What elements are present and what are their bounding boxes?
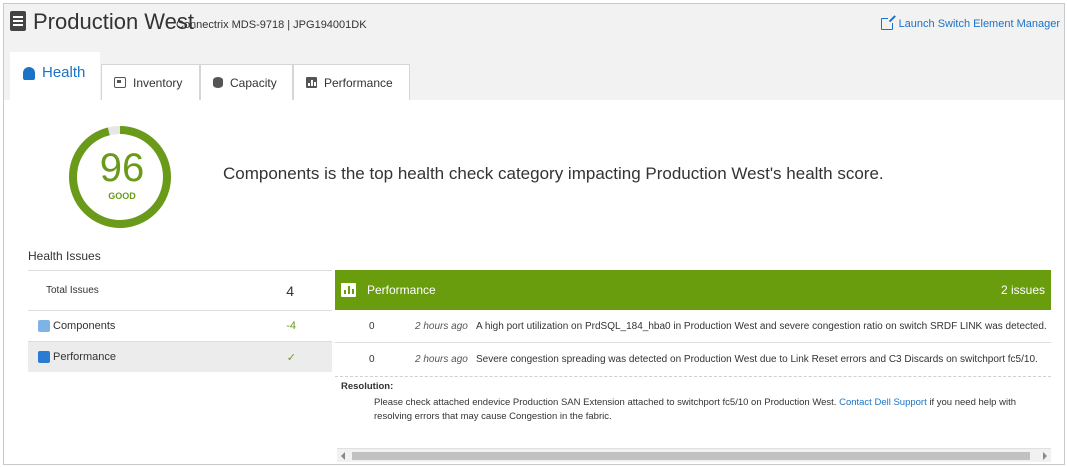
launch-element-manager-label: Launch Switch Element Manager [898,18,1060,30]
category-score-delta: -4 [286,320,296,332]
page-title: Production West [33,9,195,34]
issue-row: 0 2 hours ago A high port utilization on… [335,310,1051,343]
health-score-label: GOOD [108,191,136,201]
total-issues-value: 4 [286,282,294,299]
document-icon [10,11,26,31]
issue-timestamp: 2 hours ago [415,354,468,365]
external-link-icon [880,17,894,30]
tab-capacity-label: Capacity [230,75,277,90]
category-label: Components [53,320,116,332]
resolution-text-part: Please check attached endevice Productio… [374,397,840,408]
health-issues-title: Health Issues [28,249,101,263]
issue-message: Severe congestion spreading was detected… [476,354,1038,365]
tab-capacity[interactable]: Capacity [200,64,293,100]
issue-message: A high port utilization on PrdSQL_184_hb… [476,320,1047,332]
health-score-value: 96 [99,146,145,190]
tab-bar: Health Inventory Capacity Performance [4,46,1064,100]
issue-detail-panel: Performance 2 issues 0 2 hours ago A hig… [335,270,1051,428]
issue-score-impact: 0 [369,320,375,332]
bar-chart-icon [341,283,356,297]
detail-issue-count: 2 issues [1000,283,1045,297]
issue-score-impact: 0 [369,354,375,365]
category-row-performance[interactable]: Performance ✓ [28,341,332,372]
issue-timestamp: 2 hours ago [415,320,468,332]
health-issues-list: Total Issues 4 Components -4 Performance… [28,270,332,372]
contact-dell-support-link[interactable]: Contact Dell Support [839,397,927,408]
database-icon [213,77,223,88]
tab-performance-label: Performance [324,75,393,90]
total-issues-row: Total Issues 4 [28,270,332,310]
page-subtitle: Connectrix MDS-9718 | JPG194001DK [176,19,367,31]
resolution-block: Resolution: Please check attached endevi… [335,376,1051,428]
scroll-left-icon[interactable] [341,452,345,460]
inventory-icon [114,77,126,88]
category-label: Performance [53,351,116,363]
total-issues-label: Total Issues [46,285,99,296]
resolution-label: Resolution: [341,381,394,392]
resolution-text: Please check attached endevice Productio… [341,396,1045,424]
tab-health-label: Health [42,64,86,81]
tab-health[interactable]: Health [10,52,100,100]
health-summary-text: Components is the top health check categ… [223,164,884,183]
horizontal-scrollbar[interactable] [337,448,1051,462]
category-row-components[interactable]: Components -4 [28,310,332,341]
bell-icon [23,67,35,80]
switch-health-window: Production West Connectrix MDS-9718 | JP… [3,3,1065,465]
scroll-right-icon[interactable] [1043,452,1047,460]
bar-chart-icon [306,77,317,88]
tab-inventory[interactable]: Inventory [101,64,200,100]
tab-performance[interactable]: Performance [293,64,410,100]
detail-category-title: Performance [367,283,436,297]
issue-row: 0 2 hours ago Severe congestion spreadin… [335,343,1051,376]
detail-panel-header: Performance 2 issues [335,270,1051,310]
page-header: Production West Connectrix MDS-9718 | JP… [4,4,1064,46]
tab-inventory-label: Inventory [133,75,183,90]
bar-chart-icon [38,351,50,363]
components-icon [38,320,50,332]
scrollbar-thumb[interactable] [352,452,1030,460]
launch-element-manager-link[interactable]: Launch Switch Element Manager [880,17,1060,30]
check-icon: ✓ [286,351,296,364]
